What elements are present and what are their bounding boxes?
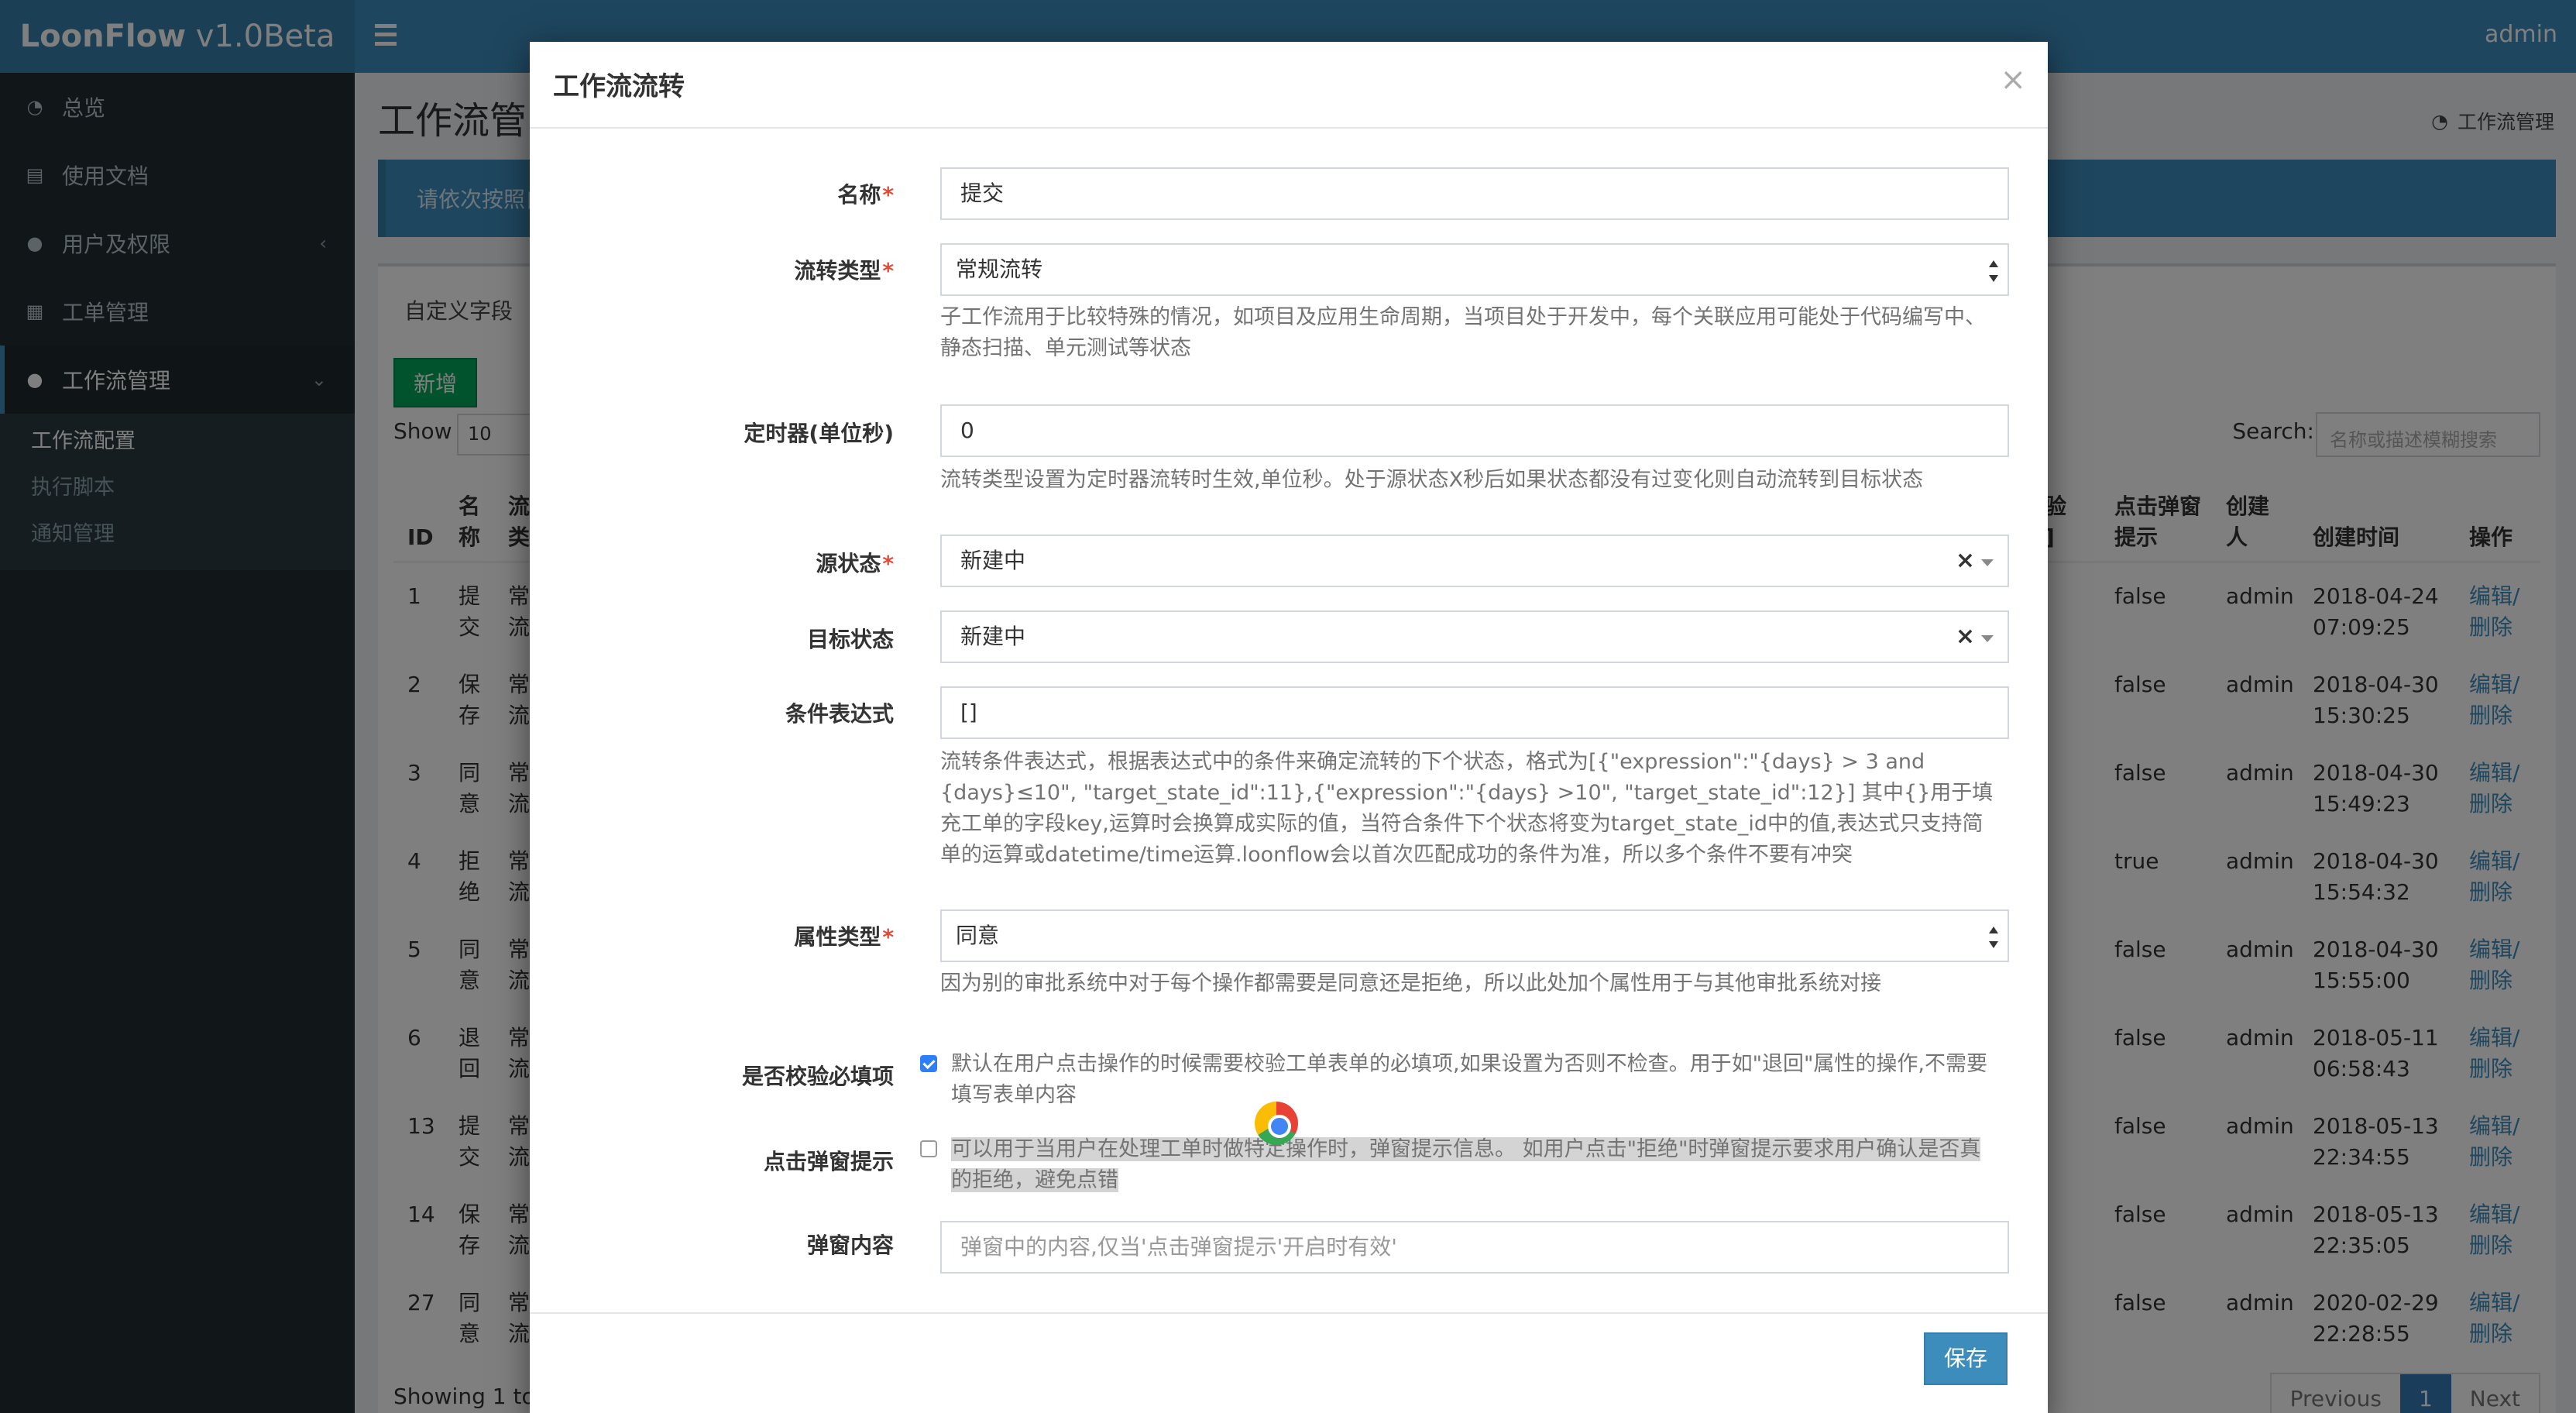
modal-title: 工作流流转 <box>553 71 685 102</box>
timer-input[interactable]: 0 <box>940 404 2009 457</box>
attribute-label: 属性类型* <box>794 924 894 950</box>
chevron-down-icon <box>1981 635 1994 642</box>
name-label: 名称* <box>837 182 894 208</box>
timer-help: 流转类型设置为定时器流转时生效,单位秒。处于源状态X秒后如果状态都没有过变化则自… <box>940 468 1924 492</box>
attribute-help: 因为别的审批系统中对于每个操作都需要是同意还是拒绝，所以此处加个属性用于与其他审… <box>940 971 1881 995</box>
popup-content-label: 弹窗内容 <box>806 1233 894 1258</box>
validate-label: 是否校验必填项 <box>741 1064 894 1089</box>
chevron-down-icon <box>1981 559 1994 566</box>
select-arrows-icon <box>1989 260 1998 282</box>
chrome-browser-icon <box>1255 1102 1298 1145</box>
clear-icon[interactable]: × <box>1956 612 1975 662</box>
source-state-select[interactable]: 新建中 × <box>940 535 2009 587</box>
close-icon[interactable]: × <box>2000 62 2026 98</box>
attribute-select[interactable]: 同意 <box>940 909 2009 962</box>
save-button[interactable]: 保存 <box>1924 1332 2008 1385</box>
modal-footer: 保存 <box>530 1312 2048 1413</box>
timer-label: 定时器(单位秒) <box>744 421 894 446</box>
name-input[interactable]: 提交 <box>940 167 2009 220</box>
workflow-transition-modal: 工作流流转 × 名称* 提交 流转类型* 常规流转 子工作流用于比较特殊的情况，… <box>530 42 2048 1413</box>
popup-label: 点击弹窗提示 <box>763 1149 894 1174</box>
condition-help: 流转条件表达式，根据表达式中的条件来确定流转的下个状态，格式为[{"expres… <box>940 750 1994 867</box>
validate-description: 默认在用户点击操作的时候需要校验工单表单的必填项,如果设置为否则不检查。用于如"… <box>951 1052 1988 1107</box>
condition-label: 条件表达式 <box>785 701 894 727</box>
validate-checkbox[interactable] <box>920 1055 937 1072</box>
popup-checkbox[interactable] <box>920 1140 937 1157</box>
transition-type-select[interactable]: 常规流转 <box>940 243 2009 296</box>
transition-type-help: 子工作流用于比较特殊的情况，如项目及应用生命周期，当项目处于开发中，每个关联应用… <box>940 305 1986 360</box>
dest-state-label: 目标状态 <box>806 627 894 652</box>
select-arrows-icon <box>1989 927 1998 948</box>
condition-input[interactable]: [] <box>940 686 2009 739</box>
popup-description: 可以用于当用户在处理工单时做特定操作时，弹窗提示信息。 如用户点击"拒绝"时弹窗… <box>951 1137 1981 1192</box>
popup-content-input[interactable]: 弹窗中的内容,仅当'点击弹窗提示'开启时有效' <box>940 1221 2009 1274</box>
modal-header: 工作流流转 × <box>530 42 2048 129</box>
dest-state-select[interactable]: 新建中 × <box>940 610 2009 663</box>
clear-icon[interactable]: × <box>1956 536 1975 586</box>
source-state-label: 源状态* <box>816 551 894 576</box>
transition-type-label: 流转类型* <box>794 258 894 284</box>
